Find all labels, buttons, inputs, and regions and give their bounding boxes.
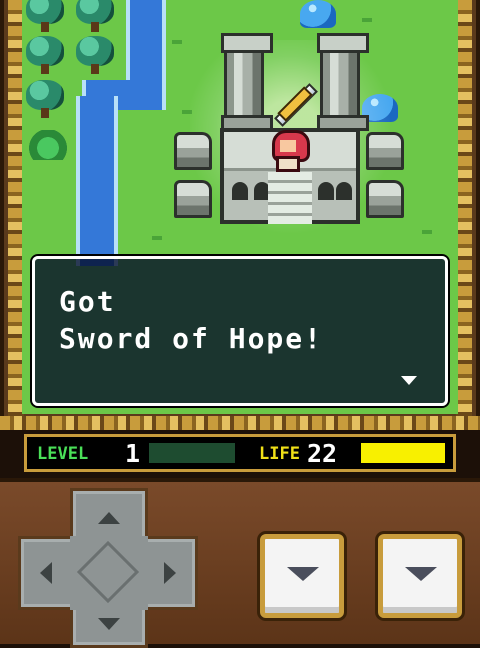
stone-rubble [366, 132, 404, 170]
stone-pillar [221, 33, 273, 131]
tree [26, 36, 64, 76]
river [76, 96, 118, 266]
blue-slime-enemy [300, 0, 336, 28]
stone-rubble [174, 132, 212, 170]
experience-bar [149, 443, 235, 463]
grass-tuft [362, 18, 372, 22]
arrow-right-icon [164, 562, 176, 584]
action-button-a[interactable] [260, 534, 344, 618]
stone-rubble [174, 180, 212, 218]
dialog-message: Got Sword of Hope! [59, 285, 324, 355]
status-bar: LEVEL 1 LIFE 22 [24, 434, 456, 472]
life-bar-fill [361, 443, 445, 463]
arrow-left-icon [40, 562, 52, 584]
frame-border-right [456, 0, 472, 428]
triangle-down-icon [405, 567, 437, 581]
life-bar [361, 443, 445, 463]
tree [76, 0, 114, 34]
arrow-down-icon [98, 618, 120, 630]
triangle-down-icon [287, 567, 319, 581]
arrow-up-icon [98, 512, 120, 524]
altar-steps [268, 172, 312, 224]
stone-pillar [317, 33, 369, 131]
level-value: 1 [125, 439, 141, 468]
grass-tuft [172, 40, 182, 44]
river [126, 0, 166, 80]
grass-tuft [422, 230, 432, 234]
stone-rubble [366, 180, 404, 218]
level-label: LEVEL [37, 444, 89, 464]
controller-panel [0, 478, 480, 648]
action-button-b[interactable] [378, 534, 462, 618]
dialog-box[interactable]: Got Sword of Hope! [32, 256, 448, 406]
hero-character [268, 126, 310, 174]
tree [76, 36, 114, 76]
tree [26, 0, 64, 34]
triangle-down-icon [401, 376, 417, 385]
dpad [18, 488, 198, 648]
tree [26, 80, 64, 120]
frame-border-bottom [0, 416, 480, 430]
life-label: LIFE [259, 444, 300, 464]
grass-tuft [152, 236, 162, 240]
life-value: 22 [307, 439, 338, 468]
bush [28, 130, 68, 160]
sword-icon [272, 82, 318, 127]
